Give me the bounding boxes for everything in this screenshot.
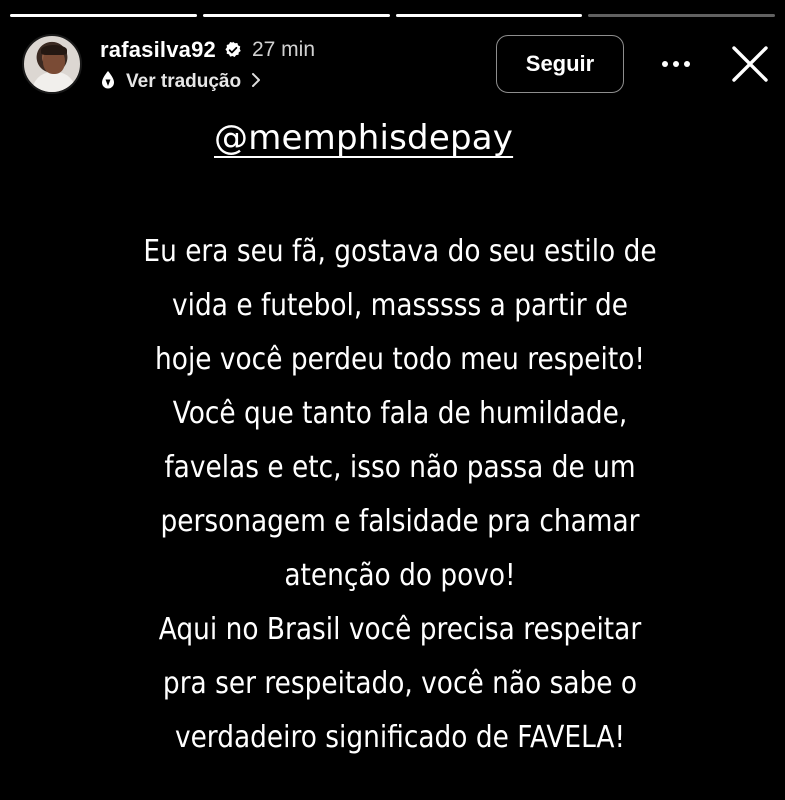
story-text-line: Eu era seu fã, gostava do seu estilo de xyxy=(143,234,657,269)
story-text-line: atenção do povo! xyxy=(284,558,516,593)
progress-segment xyxy=(202,14,390,17)
progress-segment xyxy=(588,14,775,17)
story-header: rafasilva92 27 min Ver tradução Seguir xyxy=(22,34,771,98)
user-row: rafasilva92 27 min xyxy=(100,36,315,64)
verified-badge-icon xyxy=(224,41,242,59)
story-text-line: verdadeiro significado de FAVELA! xyxy=(174,720,626,755)
story-text-line: personagem e falsidade pra chamar xyxy=(160,504,640,539)
story-text-line: favelas e etc, isso não passa de um xyxy=(164,450,636,485)
chevron-right-icon xyxy=(251,72,261,93)
text-divider: _________________________ xyxy=(150,770,554,800)
post-time: 27 min xyxy=(251,38,315,61)
follow-button[interactable]: Seguir xyxy=(496,35,624,93)
story-text-line: vida e futebol, masssss a partir de xyxy=(172,288,628,323)
avatar-shirt xyxy=(32,72,76,92)
translate-row[interactable]: Ver tradução xyxy=(100,68,315,96)
progress-segment-fill xyxy=(10,14,197,17)
story-text-line: hoje você perdeu todo meu respeito! xyxy=(155,342,645,377)
more-options-icon[interactable] xyxy=(656,48,696,80)
story-text-line: pra ser respeitado, você não sabe o xyxy=(162,666,638,701)
progress-segment xyxy=(10,14,197,17)
story-viewer[interactable]: rafasilva92 27 min Ver tradução Seguir @… xyxy=(0,0,785,800)
close-icon[interactable] xyxy=(728,42,772,86)
progress-segment-fill xyxy=(202,14,390,17)
story-text-line: Aqui no Brasil você precisa respeitar xyxy=(158,612,642,647)
username[interactable]: rafasilva92 xyxy=(100,37,216,63)
story-text-line: Você que tanto fala de humildade, xyxy=(172,396,628,431)
avatar-hair xyxy=(41,45,67,55)
story-progress-bar xyxy=(10,14,775,17)
story-text: Eu era seu fã, gostava do seu estilo de … xyxy=(127,225,673,765)
translate-icon xyxy=(100,70,116,95)
avatar[interactable] xyxy=(22,34,82,94)
progress-segment-fill xyxy=(395,14,583,17)
progress-segment xyxy=(395,14,583,17)
mention-sticker[interactable]: @memphisdepay xyxy=(214,118,513,158)
see-translation-link[interactable]: Ver tradução xyxy=(126,71,241,93)
story-meta: rafasilva92 27 min Ver tradução xyxy=(100,36,315,96)
